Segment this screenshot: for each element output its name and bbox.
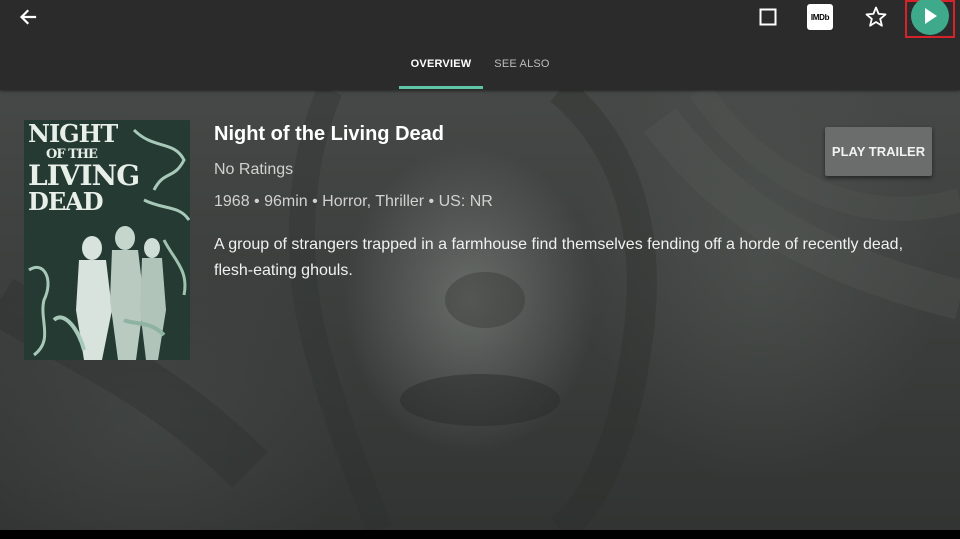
movie-poster[interactable]: NIGHT OF THE LIVING DEAD [24, 120, 190, 360]
star-outline-icon [865, 6, 887, 27]
poster-title-line: LIVING [28, 159, 140, 192]
ratings-text: No Ratings [214, 161, 294, 178]
bottom-edge [0, 530, 960, 539]
top-app-bar: IMDb OVERVIEW SEE ALSO [0, 0, 960, 90]
select-button[interactable] [754, 0, 782, 34]
imdb-button[interactable]: IMDb [804, 0, 836, 34]
active-tab-indicator [399, 86, 483, 89]
imdb-icon: IMDb [807, 4, 833, 30]
tab-overview[interactable]: OVERVIEW [399, 46, 483, 88]
play-icon [911, 0, 949, 35]
tab-bar: OVERVIEW SEE ALSO [0, 46, 960, 90]
poster-title-line: DEAD [28, 187, 104, 216]
back-button[interactable] [12, 0, 44, 34]
square-icon [759, 8, 777, 26]
movie-title: Night of the Living Dead [214, 123, 444, 145]
movie-detail-screen: IMDb OVERVIEW SEE ALSO NIGHT OF THE LIVI… [0, 0, 960, 539]
favorite-button[interactable] [860, 0, 892, 34]
poster-title-line: NIGHT [28, 120, 118, 148]
movie-overview: A group of strangers trapped in a farmho… [214, 236, 904, 279]
movie-meta: 1968 • 96min • Horror, Thriller • US: NR [214, 193, 493, 210]
play-trailer-button[interactable]: PLAY TRAILER [825, 127, 932, 176]
tab-see-also[interactable]: SEE ALSO [483, 46, 561, 88]
play-button[interactable] [905, 0, 955, 38]
arrow-left-icon [19, 9, 37, 25]
